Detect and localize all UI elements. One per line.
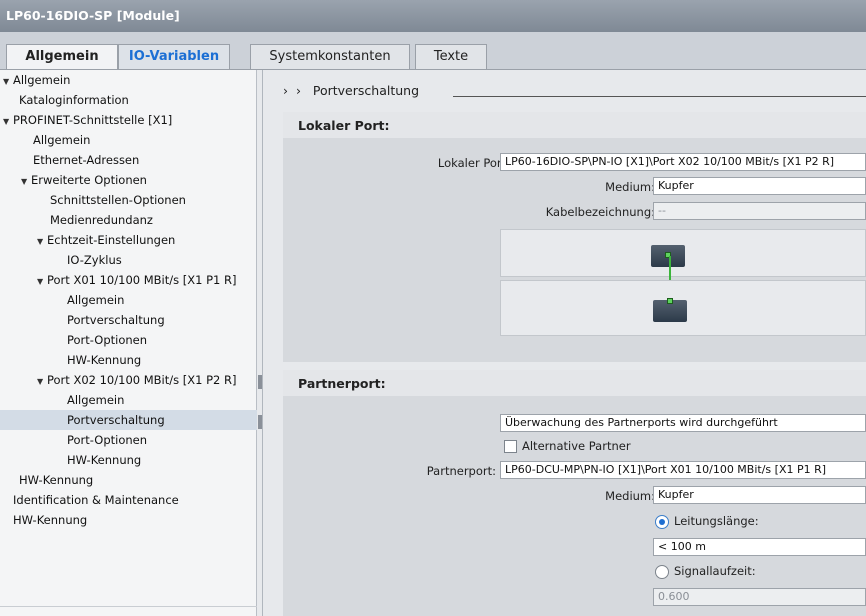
splitter-grip[interactable] — [258, 415, 262, 429]
partner-port-header: Partnerport: — [283, 370, 866, 396]
tab-io-variablen[interactable]: IO-Variablen — [118, 44, 230, 70]
tree-item-port-x01[interactable]: ▼ Port X01 10/100 MBit/s [X1 P1 R] — [0, 270, 257, 290]
signal-delay-label: Signallaufzeit: — [674, 564, 756, 578]
signal-delay-radio[interactable] — [655, 565, 669, 579]
expanded-arrow-icon[interactable]: ▼ — [37, 372, 47, 392]
tree-item-echtzeit-einstellungen[interactable]: ▼ Echtzeit-Einstellungen — [0, 230, 257, 250]
partner-port-field[interactable]: LP60-DCU-MP\PN-IO [X1]\Port X01 10/100 M… — [500, 461, 866, 479]
tree-item-port-x02-allgemein[interactable]: Allgemein — [0, 390, 257, 410]
tree-item-interface-hw-kennung[interactable]: HW-Kennung — [0, 470, 257, 490]
cable-designation-label: Kabelbezeichnung: — [545, 205, 655, 219]
local-medium-label: Medium: — [605, 180, 655, 194]
tree-item-port-x01-hw-kennung[interactable]: HW-Kennung — [0, 350, 257, 370]
partner-medium-field[interactable]: Kupfer — [653, 486, 866, 504]
expanded-arrow-icon[interactable]: ▼ — [37, 232, 47, 252]
local-port-field[interactable]: LP60-16DIO-SP\PN-IO [X1]\Port X02 10/100… — [500, 153, 866, 171]
tree-item-port-x02[interactable]: ▼ Port X02 10/100 MBit/s [X1 P2 R] — [0, 370, 257, 390]
tree-item-port-x01-port-optionen[interactable]: Port-Optionen — [0, 330, 257, 350]
tree-item-port-x02-hw-kennung[interactable]: HW-Kennung — [0, 450, 257, 470]
local-medium-field[interactable]: Kupfer — [653, 177, 866, 195]
breadcrumb-label: Portverschaltung — [312, 83, 420, 98]
local-port-section: Lokaler Port: Lokaler Port: LP60-16DIO-S… — [283, 112, 866, 362]
breadcrumb-divider — [453, 96, 866, 97]
expanded-arrow-icon[interactable]: ▼ — [21, 172, 31, 192]
expanded-arrow-icon[interactable]: ▼ — [3, 72, 13, 92]
tab-allgemein[interactable]: Allgemein — [6, 44, 118, 70]
tree-item-profinet-schnittstelle[interactable]: ▼ PROFINET-Schnittstelle [X1] — [0, 110, 257, 130]
tree-item-port-x02-portverschaltung[interactable]: Portverschaltung — [0, 410, 257, 430]
cable-designation-field[interactable]: -- — [653, 202, 866, 220]
tree-item-kataloginformation[interactable]: Kataloginformation — [0, 90, 257, 110]
navigation-tree: ▼ Allgemein Kataloginformation ▼ PROFINET-… — [0, 70, 257, 616]
tree-item-io-zyklus[interactable]: IO-Zyklus — [0, 250, 257, 270]
local-device-box — [500, 229, 866, 277]
tree-item-port-x01-portverschaltung[interactable]: Portverschaltung — [0, 310, 257, 330]
partner-medium-label: Medium: — [605, 489, 655, 503]
partner-device-box — [500, 280, 866, 336]
expanded-arrow-icon[interactable]: ▼ — [37, 272, 47, 292]
tree-item-port-x02-port-optionen[interactable]: Port-Optionen — [0, 430, 257, 450]
tree-item-schnittstellen-optionen[interactable]: Schnittstellen-Optionen — [0, 190, 257, 210]
tree-item-medienredundanz[interactable]: Medienredundanz — [0, 210, 257, 230]
tree-item-allgemein-x1[interactable]: Allgemein — [0, 130, 257, 150]
partner-port-icon[interactable] — [667, 298, 673, 304]
window-title: LP60-16DIO-SP [Module] — [0, 0, 866, 32]
splitter-grip[interactable] — [258, 375, 262, 389]
tree-item-ethernet-adressen[interactable]: Ethernet-Adressen — [0, 150, 257, 170]
expanded-arrow-icon[interactable]: ▼ — [3, 112, 13, 132]
alternative-partner-label: Alternative Partner — [522, 439, 631, 453]
cable-length-radio[interactable] — [655, 515, 669, 529]
alternative-partner-checkbox[interactable] — [504, 440, 517, 453]
tree-item-identification-maintenance[interactable]: Identification & Maintenance — [0, 490, 257, 510]
tab-systemkonstanten[interactable]: Systemkonstanten — [250, 44, 410, 70]
local-port-header: Lokaler Port: — [283, 112, 866, 138]
cable-length-field[interactable]: < 100 m — [653, 538, 866, 556]
cable-length-label: Leitungslänge: — [674, 514, 759, 528]
tree-item-allgemein[interactable]: ▼ Allgemein — [0, 70, 257, 90]
breadcrumb: › › Portverschaltung — [283, 83, 419, 98]
tree-divider — [0, 606, 257, 607]
tab-texte[interactable]: Texte — [415, 44, 487, 70]
tree-item-port-x01-allgemein[interactable]: Allgemein — [0, 290, 257, 310]
tree-item-hw-kennung[interactable]: HW-Kennung — [0, 510, 257, 530]
tab-bar: Allgemein IO-Variablen Systemkonstanten … — [0, 32, 866, 70]
partner-port-label: Partnerport: — [426, 464, 496, 478]
partner-monitoring-select[interactable]: Überwachung des Partnerports wird durchg… — [500, 414, 866, 432]
breadcrumb-arrow-icon: › › — [283, 83, 301, 98]
partner-port-section: Partnerport: Überwachung des Partnerport… — [283, 370, 866, 616]
properties-content: › › Portverschaltung Lokaler Port: Lokal… — [263, 70, 866, 616]
signal-delay-field[interactable]: 0.600 — [653, 588, 866, 606]
tree-item-erweiterte-optionen[interactable]: ▼ Erweiterte Optionen — [0, 170, 257, 190]
